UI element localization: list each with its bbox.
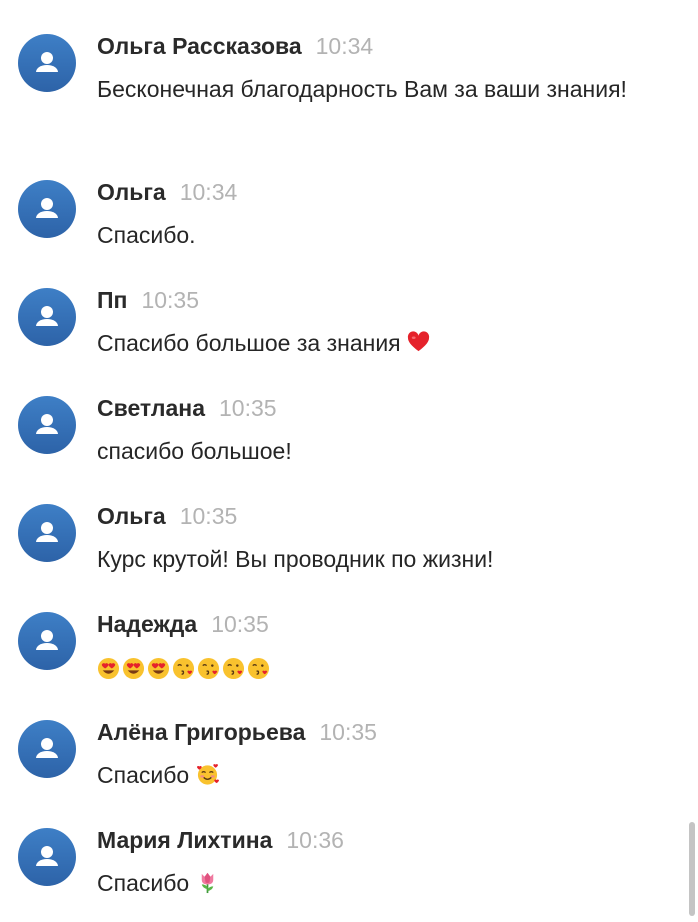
- kissing-face-icon: [197, 658, 220, 680]
- message-header: Мария Лихтина 10:36: [97, 826, 344, 858]
- heart-eyes-face-icon: [122, 658, 145, 680]
- message-text: [97, 648, 657, 686]
- message-header: Пп 10:35: [97, 286, 199, 318]
- message-time: 10:35: [218, 395, 277, 421]
- message-text: Курс крутой! Вы проводник по жизни!: [97, 540, 657, 578]
- user-avatar-icon[interactable]: [18, 34, 76, 92]
- user-avatar-icon[interactable]: [18, 612, 76, 670]
- message-text-content: Бесконечная благодарность Вам за ваши зн…: [97, 76, 627, 102]
- vertical-scrollbar[interactable]: [686, 0, 698, 922]
- message-header: Ольга 10:35: [97, 502, 237, 534]
- red-heart-icon: [407, 331, 430, 352]
- user-avatar-icon[interactable]: [18, 504, 76, 562]
- message-author[interactable]: Ольга Рассказова: [97, 33, 302, 59]
- message-text: Спасибо.: [97, 216, 657, 254]
- message-header: Ольга Рассказова 10:34: [97, 32, 373, 64]
- message-header: Светлана 10:35: [97, 394, 277, 426]
- kissing-face-icon: [172, 658, 195, 680]
- message-time: 10:35: [211, 611, 269, 637]
- message-author[interactable]: Ольга: [97, 179, 166, 205]
- message-text: Спасибо большое за знания: [97, 324, 657, 362]
- message-text-content: Курс крутой! Вы проводник по жизни!: [97, 546, 494, 572]
- message-text-content: Спасибо: [97, 762, 190, 788]
- message-time: 10:34: [315, 33, 374, 59]
- chat-message: Ольга Рассказова 10:34 Бесконечная благод…: [18, 32, 678, 144]
- message-text: Спасибо: [97, 756, 657, 794]
- kissing-face-icon: [222, 658, 245, 680]
- heart-eyes-face-icon: [97, 658, 120, 680]
- chat-message: Надежда 10:35: [18, 610, 678, 682]
- message-time: 10:34: [179, 179, 238, 205]
- message-author[interactable]: Ольга: [97, 503, 166, 529]
- tulip-icon: [201, 872, 213, 894]
- message-text: Спасибо: [97, 864, 657, 902]
- chat-message: Ольга 10:35 Курс крутой! Вы проводник по …: [18, 502, 678, 574]
- message-time: 10:36: [286, 827, 344, 853]
- chat-message: Ольга 10:34 Спасибо.: [18, 178, 678, 250]
- user-avatar-icon[interactable]: [18, 828, 76, 886]
- message-text-content: Спасибо: [97, 870, 190, 896]
- user-avatar-icon[interactable]: [18, 720, 76, 778]
- chat-message-list: Ольга Рассказова 10:34 Бесконечная благод…: [0, 0, 686, 922]
- chat-message: Мария Лихтина 10:36 Спасибо: [18, 826, 678, 898]
- smiling-face-with-hearts-icon: [196, 764, 219, 785]
- chat-message: Алёна Григорьева 10:35 Спасибо: [18, 718, 678, 790]
- message-author[interactable]: Надежда: [97, 611, 197, 637]
- message-author[interactable]: Пп: [97, 287, 127, 313]
- message-author[interactable]: Светлана: [97, 395, 205, 421]
- message-time: 10:35: [141, 287, 199, 313]
- message-text: спасибо большое!: [97, 432, 657, 470]
- message-time: 10:35: [179, 503, 238, 529]
- message-text-content: Спасибо.: [97, 222, 196, 248]
- emoji-row: [97, 657, 270, 680]
- message-text: Бесконечная благодарность Вам за ваши зн…: [97, 70, 657, 108]
- message-author[interactable]: Алёна Григорьева: [97, 719, 305, 745]
- message-time: 10:35: [319, 719, 377, 745]
- heart-eyes-face-icon: [147, 658, 170, 680]
- chat-message: Светлана 10:35 спасибо большое!: [18, 394, 678, 466]
- kissing-face-icon: [247, 658, 270, 680]
- user-avatar-icon[interactable]: [18, 288, 76, 346]
- message-text-content: спасибо большое!: [97, 438, 292, 464]
- message-author[interactable]: Мария Лихтина: [97, 827, 272, 853]
- user-avatar-icon[interactable]: [18, 396, 76, 454]
- chat-message: Пп 10:35 Спасибо большое за знания: [18, 286, 678, 358]
- message-header: Ольга 10:34: [97, 178, 237, 210]
- scrollbar-thumb[interactable]: [689, 822, 695, 916]
- message-header: Алёна Григорьева 10:35: [97, 718, 377, 750]
- user-avatar-icon[interactable]: [18, 180, 76, 238]
- message-header: Надежда 10:35: [97, 610, 269, 642]
- message-text-content: Спасибо большое за знания: [97, 330, 401, 356]
